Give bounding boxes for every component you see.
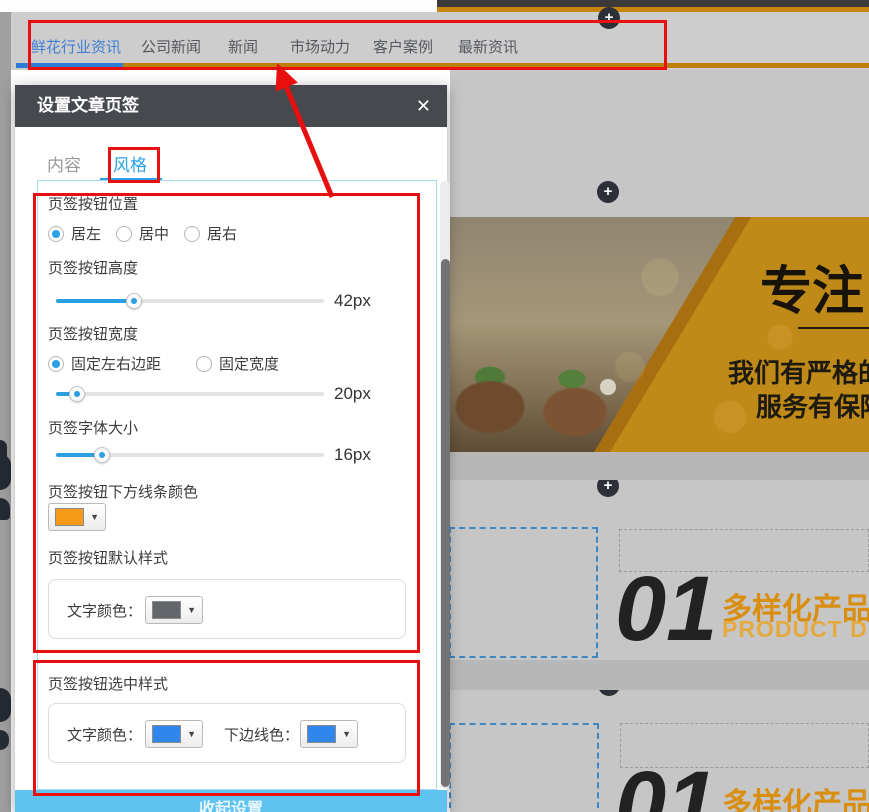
section-subtitle: PRODUCT DIV <box>722 616 869 643</box>
banner-subtext-2: 服务有保障 <box>756 387 869 424</box>
banner-headline: 专注 <box>760 249 864 324</box>
annotation-box-style-settings <box>33 193 420 653</box>
section-number: 01 <box>615 758 717 812</box>
dialog-tab-content[interactable]: 内容 <box>47 151 81 176</box>
dialog-header: 设置文章页签 ✕ <box>15 85 447 127</box>
top-white-strip <box>0 0 437 12</box>
top-dark-bar <box>437 0 869 7</box>
dialog-scrollbar-thumb[interactable] <box>441 259 450 787</box>
dialog-title: 设置文章页签 <box>37 85 139 127</box>
annotation-box-style-tab <box>108 147 160 183</box>
editor-screen: 鲜花行业资讯 公司新闻 新闻 市场动力 客户案例 最新资讯 + + + + 专注… <box>0 0 869 812</box>
section-title: 多样化产品， <box>722 779 869 812</box>
selected-image-placeholder[interactable] <box>449 527 598 658</box>
left-edge-shape <box>0 454 11 490</box>
annotation-box-selected-style <box>33 660 420 796</box>
left-edge-shape <box>0 498 10 520</box>
section-divider-band <box>450 452 869 480</box>
hero-banner: 专注 我们有严格的 服务有保障 <box>450 217 869 452</box>
add-module-button[interactable]: + <box>597 181 619 203</box>
annotation-box-tabbar <box>28 20 667 70</box>
selected-image-placeholder[interactable] <box>449 723 599 812</box>
left-edge-shape <box>0 688 11 722</box>
banner-divider-line <box>798 327 869 329</box>
section-divider-band <box>450 660 869 690</box>
section-number: 01 <box>615 563 717 655</box>
banner-subtext-1: 我们有严格的 <box>728 353 869 390</box>
left-edge-shape <box>0 730 9 750</box>
left-edge-strip <box>0 12 11 812</box>
close-icon[interactable]: ✕ <box>416 85 431 127</box>
